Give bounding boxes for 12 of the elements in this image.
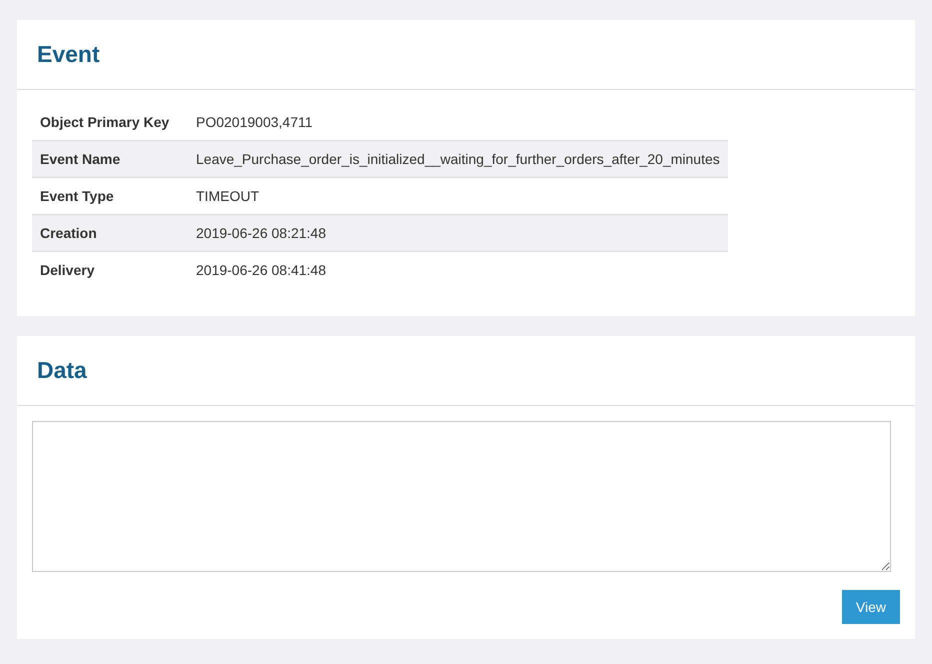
card-title: Data: [37, 357, 87, 384]
card-title: Event: [37, 41, 100, 68]
data-text-area[interactable]: [32, 421, 891, 572]
field-value: 2019-06-26 08:21:48: [188, 214, 728, 252]
field-value: Leave_Purchase_order_is_initialized__waiting_for_further_orders_after_20_minutes: [188, 140, 728, 178]
field-label: Event Name: [32, 140, 188, 178]
field-label: Delivery: [32, 252, 188, 288]
view-button[interactable]: View: [842, 590, 900, 624]
field-value: 2019-06-26 08:41:48: [188, 252, 728, 288]
field-value: PO02019003,4711: [188, 104, 728, 140]
field-label: Object Primary Key: [32, 104, 188, 140]
field-label: Creation: [32, 214, 188, 252]
